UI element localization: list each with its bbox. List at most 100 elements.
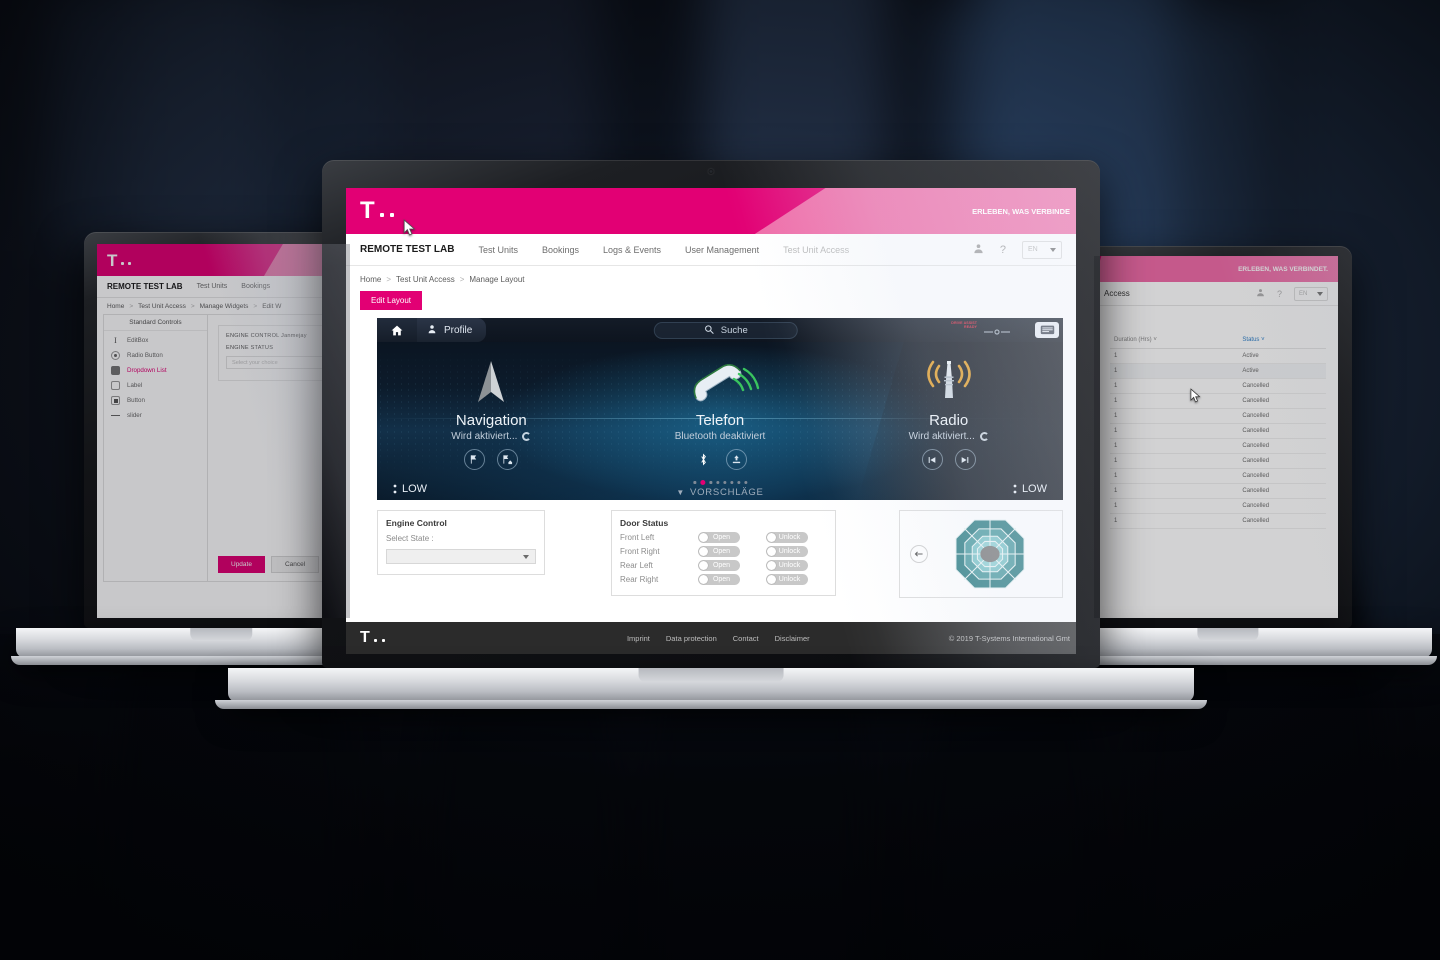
tile-navigation[interactable]: Navigation Wird aktiviert... [377, 347, 606, 476]
breadcrumb-home[interactable]: Home [360, 275, 381, 284]
hmi-search[interactable]: Suche [653, 321, 798, 339]
footer-link-imprint[interactable]: Imprint [627, 634, 650, 643]
table-row[interactable]: 1 Cancelled [1110, 393, 1326, 409]
table-row[interactable]: 1 Cancelled [1110, 513, 1326, 529]
tile-telefon[interactable]: Telefon Bluetooth deaktiviert [606, 347, 835, 476]
route-flag-icon[interactable] [464, 449, 486, 471]
nav-bookings[interactable]: Bookings [542, 245, 579, 255]
navigation-arrow-icon [473, 347, 509, 412]
engine-state-select[interactable] [386, 549, 536, 564]
left-crumb-widgets[interactable]: Manage Widgets [200, 303, 249, 310]
app-brand[interactable]: REMOTE TEST LAB [360, 244, 454, 255]
door-lock-toggle[interactable]: Unlock [766, 574, 808, 585]
profile-tab[interactable]: Profile [417, 318, 487, 342]
door-open-toggle[interactable]: Open [698, 546, 740, 557]
user-icon[interactable] [1256, 288, 1265, 299]
left-nav-bookings[interactable]: Bookings [241, 283, 270, 290]
arrow-left-icon[interactable] [910, 545, 928, 563]
column-status[interactable]: Status ˅ [1238, 332, 1326, 349]
bluetooth-icon[interactable] [693, 449, 714, 470]
cell-status: Cancelled [1238, 453, 1326, 469]
control-label: slider [127, 412, 142, 419]
route-home-icon[interactable] [497, 449, 519, 471]
control-item-slider[interactable]: slider [111, 411, 207, 420]
column-duration[interactable]: Duration (Hrs) ˅ [1110, 332, 1239, 349]
cell-status: Cancelled [1238, 393, 1326, 409]
page-actions: Edit Layout [346, 286, 1076, 316]
toggle-knob[interactable] [699, 533, 708, 542]
toggle-knob[interactable] [767, 547, 776, 556]
left-nav-test-units[interactable]: Test Units [197, 283, 228, 290]
toggle-knob[interactable] [767, 575, 776, 584]
previous-track-icon[interactable] [921, 449, 943, 471]
breadcrumb-manage-layout[interactable]: Manage Layout [469, 275, 524, 284]
right-claim: ERLEBEN, WAS VERBINDET. [1238, 265, 1328, 273]
door-name: Front Left [620, 533, 655, 542]
tile-radio[interactable]: Radio Wird aktiviert... [834, 347, 1063, 476]
question-mark-icon[interactable]: ? [1277, 289, 1282, 299]
footer-link-data-protection[interactable]: Data protection [666, 634, 717, 643]
telekom-logo: T [360, 199, 395, 223]
cancel-button[interactable]: Cancel [270, 556, 320, 573]
left-crumb-home[interactable]: Home [107, 303, 124, 310]
table-row[interactable]: 1 Cancelled [1110, 378, 1326, 394]
table-row[interactable]: 1 Cancelled [1110, 423, 1326, 439]
contact-import-icon[interactable] [726, 449, 747, 471]
octagon-radar-icon[interactable] [928, 517, 1052, 591]
suggestions-control[interactable]: ▼ VORSCHLÄGE [676, 479, 763, 498]
language-selector[interactable]: EN [1022, 240, 1062, 259]
toggle-knob[interactable] [767, 561, 776, 570]
update-button[interactable]: Update [218, 556, 265, 573]
table-row[interactable]: 1 Active [1110, 363, 1326, 379]
volume-left[interactable]: LOW [393, 483, 427, 495]
footer-link-contact[interactable]: Contact [733, 634, 759, 643]
right-nav-tail[interactable]: Access [1104, 289, 1130, 298]
toggle-knob[interactable] [699, 575, 708, 584]
nav-test-unit-access[interactable]: Test Unit Access [783, 245, 849, 255]
language-selector[interactable]: EN [1294, 286, 1328, 301]
door-lock-toggle[interactable]: Unlock [766, 532, 808, 543]
control-item-dropdown-list[interactable]: Dropdown List [111, 366, 207, 375]
toggle-knob[interactable] [699, 547, 708, 556]
left-brand[interactable]: REMOTE TEST LAB [107, 282, 183, 291]
nav-test-units[interactable]: Test Units [478, 245, 518, 255]
preview-select[interactable]: Select your choice [226, 356, 325, 369]
table-row[interactable]: 1 Cancelled [1110, 468, 1326, 484]
table-row[interactable]: 1 Cancelled [1110, 438, 1326, 454]
left-crumb-access[interactable]: Test Unit Access [138, 303, 186, 310]
door-open-toggle[interactable]: Open [698, 574, 740, 585]
table-row[interactable]: 1 Cancelled [1110, 408, 1326, 424]
user-icon[interactable] [973, 243, 984, 256]
edit-layout-button[interactable]: Edit Layout [360, 291, 423, 310]
door-open-toggle[interactable]: Open [698, 560, 740, 571]
next-track-icon[interactable] [954, 449, 976, 471]
tile-actions [464, 449, 519, 471]
breadcrumb-test-unit-access[interactable]: Test Unit Access [396, 275, 455, 284]
door-lock-toggle[interactable]: Unlock [766, 546, 808, 557]
table-header-row: Duration (Hrs) ˅ Status ˅ [1110, 332, 1326, 349]
table-row[interactable]: 1 Cancelled [1110, 498, 1326, 514]
table-row[interactable]: 1 Cancelled [1110, 483, 1326, 499]
nav-user-management[interactable]: User Management [685, 245, 759, 255]
question-mark-icon[interactable]: ? [1000, 244, 1006, 256]
control-item-radio-button[interactable]: Radio Button [111, 351, 207, 360]
toggle-knob[interactable] [767, 533, 776, 542]
control-item-editbox[interactable]: I EditBox [111, 336, 207, 345]
language-value: EN [1028, 246, 1038, 253]
message-icon[interactable] [1035, 322, 1059, 338]
control-item-label[interactable]: Label [111, 381, 207, 390]
door-open-toggle[interactable]: Open [698, 532, 740, 543]
footer-link-disclaimer[interactable]: Disclaimer [775, 634, 810, 643]
volume-right[interactable]: LOW [1013, 483, 1047, 495]
table-row[interactable]: 1 Cancelled [1110, 453, 1326, 469]
nav-logs-events[interactable]: Logs & Events [603, 245, 661, 255]
door-status-row: Front Left Open Unlock [620, 532, 827, 543]
infotainment-display[interactable]: Profile Suche DRIVE ASSIST READY Navigat… [377, 318, 1063, 500]
standard-controls-list: Standard Controls I EditBox Radio Button… [104, 315, 208, 581]
home-icon[interactable] [377, 318, 417, 342]
control-item-button[interactable]: Button [111, 396, 207, 405]
table-row[interactable]: 1 Active [1110, 348, 1326, 364]
left-crumb-edit[interactable]: Edit W [262, 303, 281, 310]
door-lock-toggle[interactable]: Unlock [766, 560, 808, 571]
toggle-knob[interactable] [699, 561, 708, 570]
